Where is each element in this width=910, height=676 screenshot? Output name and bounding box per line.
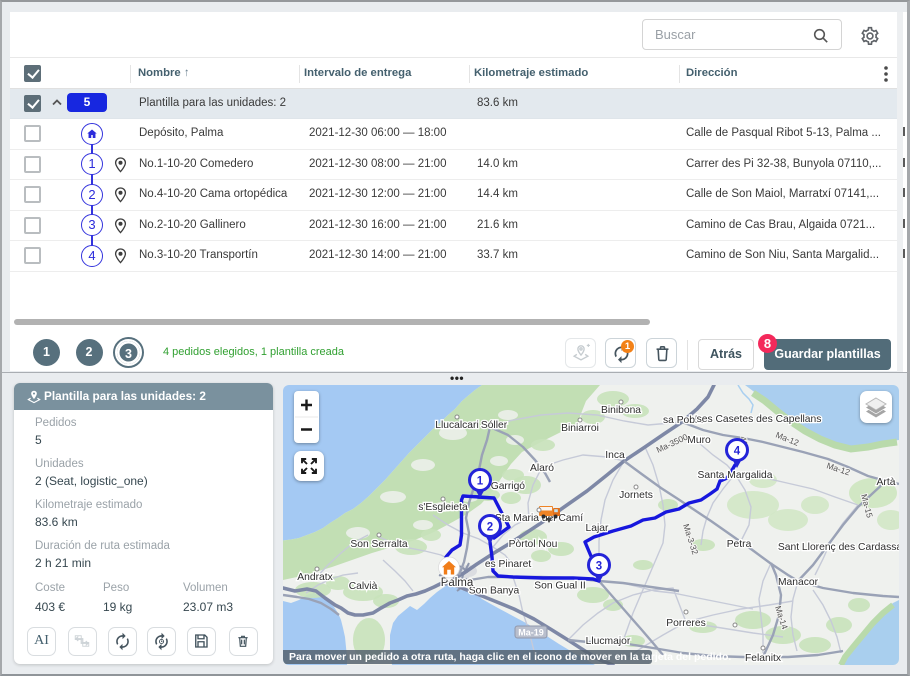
svg-text:Binibona: Binibona [601, 405, 641, 416]
svg-text:Llucalcari: Llucalcari [435, 420, 479, 431]
svg-text:Andratx: Andratx [297, 572, 333, 583]
svg-text:Inca: Inca [605, 450, 625, 461]
svg-text:Felanitx: Felanitx [745, 653, 782, 664]
svg-text:Son Gual II: Son Gual II [534, 581, 586, 592]
svg-text:Sant Llorenç des Cardassa: Sant Llorenç des Cardassa [778, 542, 899, 553]
svg-text:Muro: Muro [687, 435, 711, 446]
svg-text:s'Esgleieta: s'Esgleieta [418, 502, 468, 513]
svg-text:Artà: Artà [877, 477, 896, 488]
svg-text:Son Serralta: Son Serralta [350, 539, 408, 550]
svg-text:3: 3 [596, 561, 602, 573]
svg-text:Calvià: Calvià [349, 581, 378, 592]
svg-text:Lajar: Lajar [586, 523, 609, 534]
svg-text:es Pinaret: es Pinaret [485, 559, 532, 570]
svg-text:Petra: Petra [727, 539, 752, 550]
svg-text:Llucmajor: Llucmajor [586, 636, 631, 647]
svg-text:4: 4 [734, 446, 741, 458]
svg-text:Pòrtol Nou: Pòrtol Nou [509, 539, 558, 550]
svg-text:Palma: Palma [441, 577, 474, 589]
svg-text:Porreres: Porreres [666, 618, 705, 629]
svg-text:Alaró: Alaró [530, 463, 554, 474]
svg-text:1: 1 [477, 476, 484, 488]
svg-text:Biniarroi: Biniarroi [561, 423, 599, 434]
svg-text:Manacor: Manacor [778, 577, 819, 588]
svg-text:Sóller: Sóller [481, 420, 508, 431]
svg-text:Jornets: Jornets [619, 490, 653, 501]
svg-text:ses Casetes des Capellans: ses Casetes des Capellans [697, 414, 822, 425]
svg-text:Ma-19: Ma-19 [518, 628, 544, 638]
svg-text:2: 2 [487, 522, 493, 534]
svg-text:Santa Margalida: Santa Margalida [698, 470, 773, 481]
svg-text:Son Banya: Son Banya [469, 586, 520, 597]
